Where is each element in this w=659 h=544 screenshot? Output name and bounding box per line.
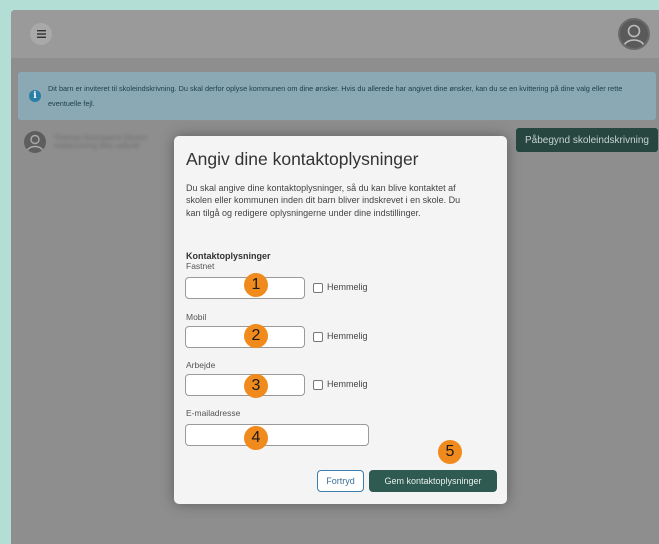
cancel-button[interactable]: Fortryd [317,470,364,492]
info-banner: i Dit barn er inviteret til skoleindskri… [18,72,656,120]
landline-label: Fastnet [186,261,215,271]
info-icon: i [29,90,41,102]
step-marker-2: 2 [244,324,268,348]
section-heading: Kontaktoplysninger [186,251,271,261]
email-input[interactable] [185,424,369,446]
user-avatar-icon[interactable] [618,18,650,50]
work-secret-label: Hemmelig [327,379,368,389]
mobile-secret-checkbox[interactable] [313,332,323,342]
modal-description: Du skal angive dine kontaktoplysninger, … [186,183,461,218]
step-marker-1: 1 [244,273,268,297]
step-marker-4: 4 [244,426,268,450]
step-marker-3: 3 [244,374,268,398]
step-marker-5: 5 [438,440,462,464]
email-label: E-mailadresse [186,408,241,418]
work-secret-checkbox[interactable] [313,380,323,390]
hamburger-icon[interactable] [30,23,52,45]
mobile-label: Mobil [186,312,207,322]
modal-title: Angiv dine kontaktoplysninger [186,149,419,169]
mobile-secret-label: Hemmelig [327,331,368,341]
work-label: Arbejde [186,360,216,370]
start-enrollment-button[interactable]: Påbegynd skoleindskrivning [516,128,658,152]
top-bar [11,10,659,58]
contact-info-modal: Angiv dine kontaktoplysninger Du skal an… [174,136,507,504]
landline-secret-checkbox[interactable] [313,283,323,293]
save-contact-button[interactable]: Gem kontaktoplysninger [369,470,497,492]
landline-secret-label: Hemmelig [327,282,368,292]
info-banner-text: Dit barn er inviteret til skoleindskrivn… [48,84,623,108]
child-avatar-icon [24,131,46,153]
